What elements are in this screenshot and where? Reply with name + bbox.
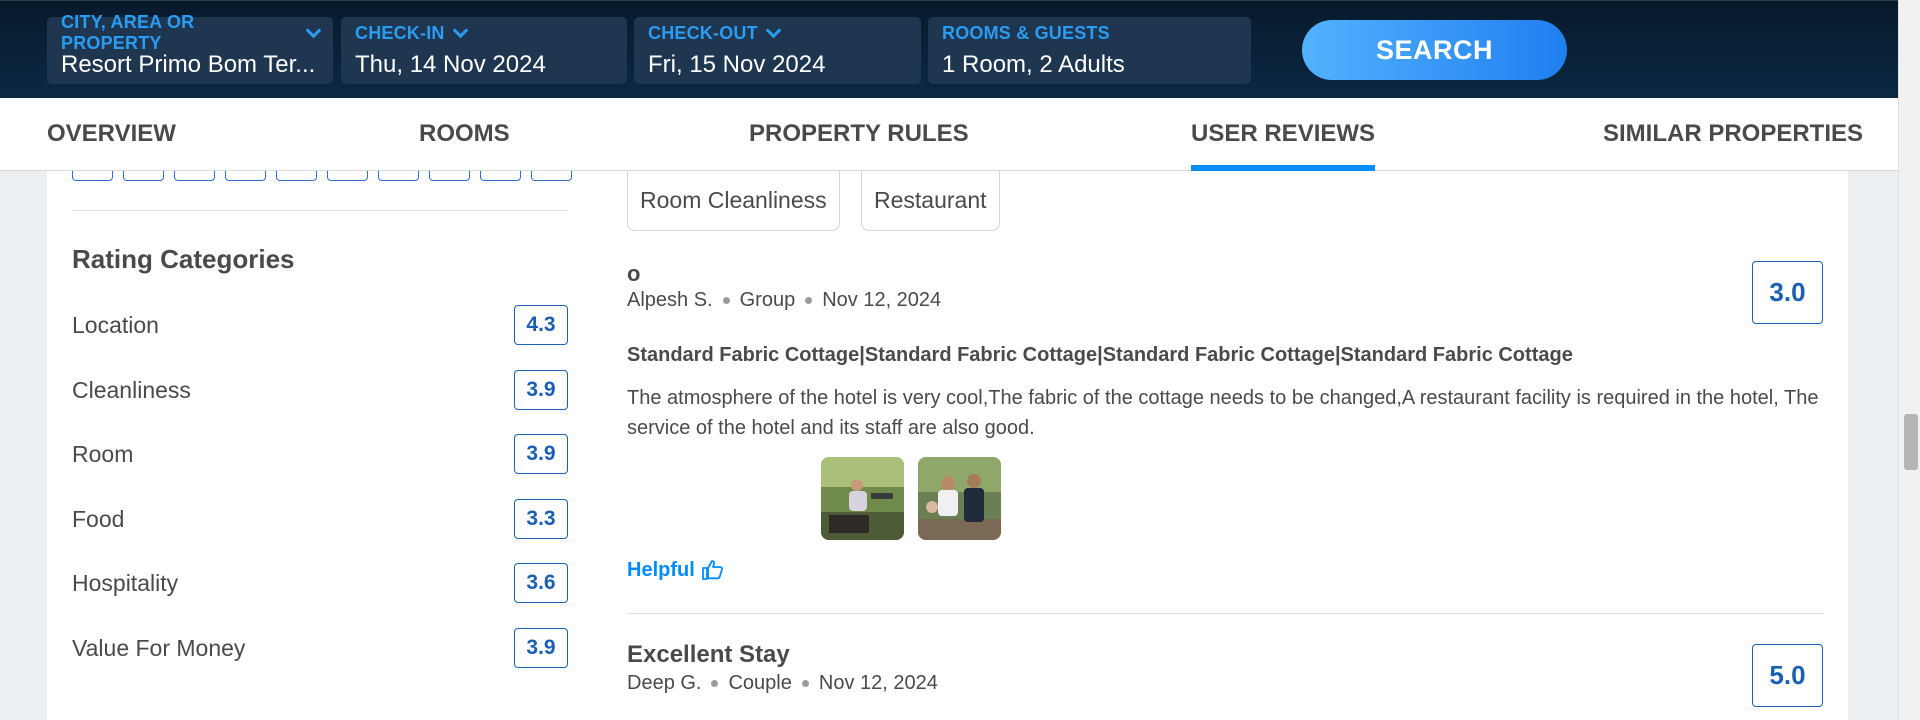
review-photo-thumbnail[interactable] xyxy=(821,457,904,540)
chevron-down-icon xyxy=(305,22,322,38)
review-date: Nov 12, 2024 xyxy=(818,672,938,694)
scrollbar-thumb[interactable] xyxy=(1904,414,1918,470)
separator-dot xyxy=(805,297,813,304)
rooms-guests-field[interactable]: ROOMS & GUESTS 1 Room, 2 Adults xyxy=(928,17,1251,84)
review-photo-image xyxy=(821,457,904,540)
review-score: 5.0 xyxy=(1752,644,1823,707)
rating-filter-box[interactable] xyxy=(174,171,215,181)
rating-filter-box[interactable] xyxy=(531,171,572,181)
separator-dot xyxy=(711,680,719,687)
rating-category-row: Cleanliness 3.9 xyxy=(72,370,568,410)
checkout-value: Fri, 15 Nov 2024 xyxy=(648,51,826,78)
review-traveller-type: Couple xyxy=(728,672,792,694)
rooms-guests-label: ROOMS & GUESTS xyxy=(942,22,1110,43)
helpful-label: Helpful xyxy=(627,558,695,581)
rating-category-row: Value For Money 3.9 xyxy=(72,628,568,668)
rating-filter-box[interactable] xyxy=(327,171,368,181)
checkin-label: CHECK-IN xyxy=(355,22,445,43)
review-traveller-type: Group xyxy=(739,289,796,311)
chevron-down-icon xyxy=(452,22,468,38)
page-scrollbar[interactable] xyxy=(1898,0,1920,720)
rating-categories-title: Rating Categories xyxy=(72,244,295,274)
tab-user-reviews[interactable]: USER REVIEWS xyxy=(1191,120,1376,171)
rating-filter-box[interactable] xyxy=(225,171,266,181)
rating-filter-box[interactable] xyxy=(429,171,470,181)
rating-filter-box[interactable] xyxy=(72,171,113,181)
rating-category-row: Hospitality 3.6 xyxy=(72,563,568,603)
category-name: Value For Money xyxy=(72,634,246,661)
review-title: Excellent Stay xyxy=(627,641,790,668)
rating-category-row: Food 3.3 xyxy=(72,499,568,539)
rating-filter-box[interactable] xyxy=(378,171,419,181)
rating-filter-box[interactable] xyxy=(276,171,317,181)
category-name: Hospitality xyxy=(72,569,179,596)
review-room-type: Standard Fabric Cottage|Standard Fabric … xyxy=(627,344,1573,366)
separator-dot xyxy=(801,680,809,687)
filter-chip-restaurant[interactable]: Restaurant xyxy=(861,171,1000,231)
category-score: 3.6 xyxy=(514,563,568,603)
thumbs-up-icon xyxy=(701,560,723,580)
review-photo-image xyxy=(918,457,1001,540)
tab-similar-properties[interactable]: SIMILAR PROPERTIES xyxy=(1603,120,1863,171)
tab-overview[interactable]: OVERVIEW xyxy=(47,120,176,171)
rating-filter-boxes xyxy=(72,171,572,181)
category-name: Food xyxy=(72,505,125,532)
checkout-field[interactable]: CHECK-OUT Fri, 15 Nov 2024 xyxy=(634,17,921,84)
review-meta: Alpesh S. Group Nov 12, 2024 xyxy=(627,289,941,312)
helpful-button[interactable]: Helpful xyxy=(627,558,725,582)
tab-property-rules[interactable]: PROPERTY RULES xyxy=(749,120,969,171)
review-meta: Deep G. Couple Nov 12, 2024 xyxy=(627,672,938,695)
search-button[interactable]: SEARCH xyxy=(1302,20,1567,80)
filter-chip-room-cleanliness[interactable]: Room Cleanliness xyxy=(627,171,840,231)
category-score: 4.3 xyxy=(514,305,568,345)
review-score: 3.0 xyxy=(1752,261,1823,324)
review-author: Alpesh S. xyxy=(627,289,713,311)
reviews-card: Rating Categories Location 4.3 Cleanline… xyxy=(47,171,1848,720)
separator-dot xyxy=(722,297,730,304)
checkout-label: CHECK-OUT xyxy=(648,22,758,43)
category-name: Cleanliness xyxy=(72,376,191,403)
checkin-value: Thu, 14 Nov 2024 xyxy=(355,51,546,78)
chevron-down-icon xyxy=(765,22,782,38)
category-score: 3.9 xyxy=(514,434,568,474)
search-bar: CITY, AREA OR PROPERTY Resort Primo Bom … xyxy=(0,0,1898,98)
category-name: Location xyxy=(72,311,159,338)
category-name: Room xyxy=(72,440,134,467)
review-title: o xyxy=(627,261,641,286)
section-tabs: OVERVIEW ROOMS PROPERTY RULES USER REVIE… xyxy=(0,98,1898,171)
rating-category-row: Location 4.3 xyxy=(72,305,568,345)
rating-filter-box[interactable] xyxy=(123,171,164,181)
category-score: 3.3 xyxy=(514,499,568,539)
rooms-guests-value: 1 Room, 2 Adults xyxy=(942,51,1125,78)
review-text: The atmosphere of the hotel is very cool… xyxy=(627,387,1819,439)
tab-rooms[interactable]: ROOMS xyxy=(419,120,510,171)
category-score: 3.9 xyxy=(514,370,568,410)
rating-filter-box[interactable] xyxy=(480,171,521,181)
city-value: Resort Primo Bom Ter... xyxy=(61,51,316,78)
review-date: Nov 12, 2024 xyxy=(822,289,942,311)
review-author: Deep G. xyxy=(627,672,702,694)
review-photo-thumbnail[interactable] xyxy=(918,457,1001,540)
rating-category-row: Room 3.9 xyxy=(72,434,568,474)
category-score: 3.9 xyxy=(514,628,568,668)
city-label: CITY, AREA OR PROPERTY xyxy=(61,12,195,53)
review-divider xyxy=(627,613,1823,614)
divider xyxy=(72,210,568,211)
checkin-field[interactable]: CHECK-IN Thu, 14 Nov 2024 xyxy=(341,17,627,84)
city-field[interactable]: CITY, AREA OR PROPERTY Resort Primo Bom … xyxy=(47,12,333,84)
